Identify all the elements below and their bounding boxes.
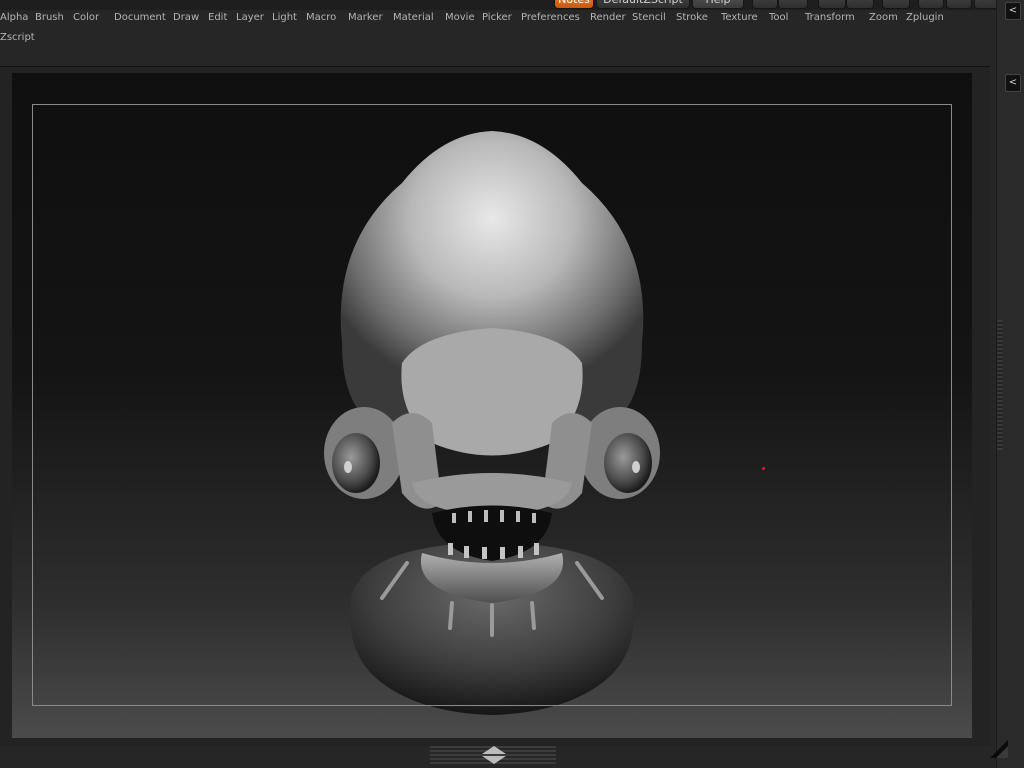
chevron-left-icon[interactable]: <: [1005, 74, 1021, 92]
menu-stroke[interactable]: Stroke: [676, 12, 708, 23]
menu-picker[interactable]: Picker: [482, 12, 512, 23]
menu-preferences[interactable]: Preferences: [521, 12, 580, 23]
window-restore-icon[interactable]: [946, 0, 972, 9]
top-toolbar-strip: Notes DefaultZScript Help: [0, 0, 1024, 10]
main-menu-bar: Alpha Brush Color Document Draw Edit Lay…: [0, 10, 996, 30]
menu-stencil[interactable]: Stencil: [632, 12, 666, 23]
menu-zoom[interactable]: Zoom: [869, 12, 898, 23]
alien-head-sculpt: [324, 131, 660, 715]
main-menu-bar-row2: Zscript: [0, 30, 996, 50]
window-minimize-icon[interactable]: [918, 0, 944, 9]
menu-transform[interactable]: Transform: [805, 12, 855, 23]
ui-layout-icon[interactable]: [818, 0, 846, 9]
left-eye: [332, 433, 380, 493]
save-icon[interactable]: [882, 0, 910, 9]
menu-texture[interactable]: Texture: [721, 12, 758, 23]
layout-toggle-a-button[interactable]: [752, 0, 778, 9]
ui-layout-alt-icon[interactable]: [846, 0, 874, 9]
menu-macro[interactable]: Macro: [306, 12, 336, 23]
menu-render[interactable]: Render: [590, 12, 626, 23]
menu-zplugin[interactable]: Zplugin: [906, 12, 944, 23]
right-tray: < <: [996, 0, 1024, 768]
menu-zscript[interactable]: Zscript: [0, 32, 35, 43]
menu-draw[interactable]: Draw: [173, 12, 199, 23]
menu-color[interactable]: Color: [73, 12, 99, 23]
menu-movie[interactable]: Movie: [445, 12, 475, 23]
help-button[interactable]: Help: [692, 0, 744, 9]
menu-edit[interactable]: Edit: [208, 12, 227, 23]
menu-marker[interactable]: Marker: [348, 12, 383, 23]
menu-material[interactable]: Material: [393, 12, 434, 23]
menu-light[interactable]: Light: [272, 12, 297, 23]
chevron-left-icon[interactable]: <: [1005, 2, 1021, 20]
menu-tool[interactable]: Tool: [769, 12, 788, 23]
document-canvas[interactable]: [12, 73, 972, 738]
resize-corner-icon[interactable]: [990, 740, 1008, 758]
canvas-frame: [0, 66, 990, 747]
default-zscript-button[interactable]: DefaultZScript: [596, 0, 690, 9]
menu-alpha[interactable]: Alpha: [0, 12, 28, 23]
tray-resize-grip[interactable]: [997, 320, 1003, 450]
bottom-bar: [0, 746, 996, 768]
right-eye: [604, 433, 652, 493]
menu-document[interactable]: Document: [114, 12, 166, 23]
menu-layer[interactable]: Layer: [236, 12, 264, 23]
zbrush-window: Notes DefaultZScript Help Alpha Brush Co…: [0, 0, 1024, 768]
menu-brush[interactable]: Brush: [35, 12, 64, 23]
notes-button[interactable]: Notes: [554, 0, 594, 9]
brush-cursor-dot: [762, 467, 765, 470]
arrow-up-down-icon[interactable]: [480, 746, 508, 764]
layout-toggle-b-button[interactable]: [778, 0, 808, 9]
